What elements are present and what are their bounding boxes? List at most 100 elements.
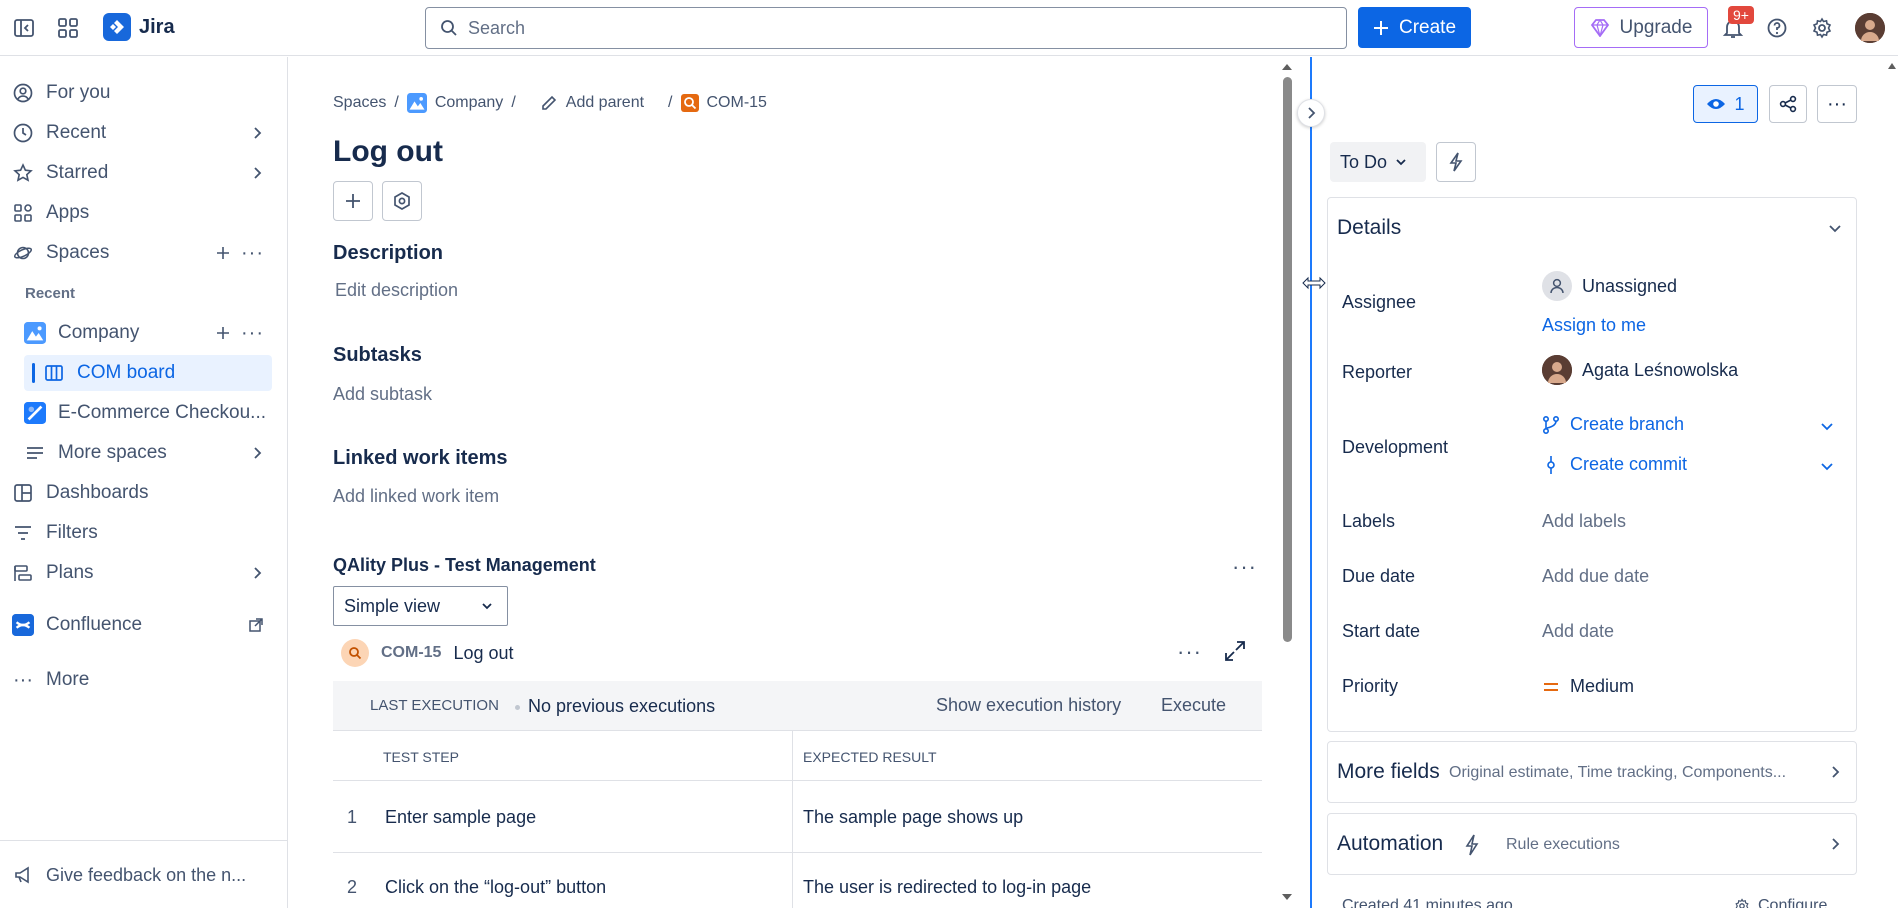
create-commit-link[interactable]: Create commit [1542, 454, 1687, 475]
plus-icon [1373, 20, 1388, 35]
add-button[interactable] [333, 181, 373, 221]
external-link-icon[interactable] [248, 617, 264, 633]
sidebar-toggle-icon[interactable] [8, 12, 40, 44]
description-placeholder[interactable]: Edit description [335, 280, 458, 301]
chevron-down-icon[interactable] [1820, 422, 1834, 432]
expected-text: The sample page shows up [803, 807, 1024, 827]
sidebar-item-starred[interactable]: Starred [0, 155, 288, 191]
sidebar-item-com-board[interactable]: COM board [24, 355, 272, 391]
breadcrumb-separator: / [394, 94, 399, 111]
company-more-icon[interactable]: ··· [241, 322, 264, 345]
spaces-more-icon[interactable]: ··· [241, 242, 264, 265]
chevron-right-icon[interactable] [252, 446, 264, 460]
configure-button[interactable]: Configure [1734, 897, 1827, 908]
breadcrumb-separator: / [511, 94, 516, 111]
chevron-down-icon[interactable] [1820, 462, 1834, 472]
sidebar-label-ecommerce: E-Commerce Checkou... [58, 402, 267, 423]
create-button[interactable]: Create [1358, 7, 1471, 48]
app-switcher-icon[interactable] [52, 12, 84, 44]
automation-section[interactable]: Automation Rule executions [1327, 813, 1857, 875]
apps-grid-icon [12, 202, 34, 224]
breadcrumb-company[interactable]: Company [435, 94, 503, 112]
view-select[interactable]: Simple view [333, 586, 508, 626]
chevron-down-icon[interactable] [1828, 224, 1842, 234]
expand-icon[interactable] [1223, 639, 1247, 663]
settings-gear-icon[interactable] [1806, 12, 1838, 44]
details-heading[interactable]: Details [1337, 216, 1401, 240]
qality-issue-key[interactable]: COM-15 [381, 644, 441, 662]
sidebar-item-plans[interactable]: Plans [0, 555, 288, 591]
panel-scroll-up-arrow-icon[interactable] [1887, 62, 1897, 70]
chevron-right-icon[interactable] [252, 166, 264, 180]
sidebar-item-apps[interactable]: Apps [0, 195, 288, 231]
add-space-plus-icon[interactable] [216, 246, 230, 260]
breadcrumb-spaces[interactable]: Spaces [333, 94, 386, 112]
sidebar-label-com-board: COM board [77, 362, 176, 383]
add-subtask-link[interactable]: Add subtask [333, 384, 432, 405]
jira-logo[interactable]: Jira [103, 13, 175, 41]
details-section: Details Assignee Unassigned Assign to me… [1327, 197, 1857, 732]
chevron-right-icon[interactable] [252, 126, 264, 140]
execute-button[interactable]: Execute [1161, 695, 1226, 716]
show-history-button[interactable]: Show execution history [936, 695, 1121, 716]
table-row[interactable]: 2 Click on the “log-out” button The user… [333, 853, 1262, 908]
megaphone-icon [12, 864, 34, 886]
add-plus-icon[interactable] [216, 326, 230, 340]
apps-hexagon-button[interactable] [382, 181, 422, 221]
status-dropdown[interactable]: To Do [1330, 142, 1426, 182]
feedback-link[interactable]: Give feedback on the n... [0, 857, 288, 893]
sidebar-label-more-spaces: More spaces [58, 442, 167, 463]
more-actions-icon[interactable]: ··· [1817, 85, 1857, 123]
qality-row-more-icon[interactable]: ··· [1177, 639, 1202, 665]
sidebar-label-apps: Apps [46, 202, 90, 223]
qality-more-icon[interactable]: ··· [1232, 554, 1257, 580]
sidebar-item-for-you[interactable]: For you [0, 75, 288, 111]
sidebar-item-filters[interactable]: Filters [0, 515, 288, 551]
priority-label: Priority [1342, 676, 1399, 696]
watch-button[interactable]: 1 [1693, 85, 1758, 123]
sidebar-item-more[interactable]: ··· More [0, 662, 288, 698]
sidebar-label-plans: Plans [46, 562, 94, 583]
due-date-field[interactable]: Add due date [1542, 566, 1649, 587]
help-icon[interactable] [1761, 12, 1793, 44]
start-date-field[interactable]: Add date [1542, 621, 1614, 642]
scroll-down-arrow-icon[interactable] [1281, 893, 1293, 901]
sidebar-item-ecommerce[interactable]: E-Commerce Checkou... [0, 395, 288, 431]
chevron-right-icon[interactable] [252, 566, 264, 580]
sidebar-item-company[interactable]: Company ··· [0, 315, 288, 351]
issue-title[interactable]: Log out [333, 135, 443, 169]
share-button[interactable] [1769, 85, 1807, 123]
breadcrumb: Spaces / Company / Add parent / COM-15 [333, 93, 767, 113]
reporter-field[interactable]: Agata Leśnowolska [1542, 355, 1738, 385]
top-bar: Jira Search Create Upgrade 9+ [0, 0, 1898, 56]
scroll-up-arrow-icon[interactable] [1281, 63, 1293, 71]
assignee-field[interactable]: Unassigned [1542, 271, 1677, 301]
assign-to-me-link[interactable]: Assign to me [1542, 315, 1646, 336]
upgrade-button[interactable]: Upgrade [1574, 7, 1708, 48]
sidebar-item-confluence[interactable]: Confluence [0, 607, 288, 643]
configure-label: Configure [1758, 897, 1828, 908]
column-divider [792, 731, 793, 780]
labels-field[interactable]: Add labels [1542, 511, 1626, 532]
automation-action-button[interactable] [1436, 142, 1476, 182]
sidebar-item-spaces[interactable]: Spaces ··· [0, 235, 288, 271]
start-date-label: Start date [1342, 621, 1421, 641]
create-branch-link[interactable]: Create branch [1542, 414, 1684, 435]
add-linked-item-link[interactable]: Add linked work item [333, 486, 499, 507]
search-input[interactable]: Search [425, 7, 1347, 49]
automation-subtitle: Rule executions [1506, 836, 1620, 853]
priority-field[interactable]: Medium [1542, 676, 1634, 697]
board-icon [43, 362, 65, 384]
breadcrumb-issue-key[interactable]: COM-15 [707, 94, 767, 112]
scrollbar-thumb[interactable] [1283, 77, 1292, 642]
more-fields-section[interactable]: More fields Original estimate, Time trac… [1327, 741, 1857, 803]
table-row[interactable]: 1 Enter sample page The sample page show… [333, 781, 1262, 853]
dashboard-icon [12, 482, 34, 504]
user-avatar[interactable] [1855, 13, 1885, 43]
sidebar-item-more-spaces[interactable]: More spaces [0, 435, 288, 471]
step-text: Enter sample page [385, 807, 537, 827]
plus-icon [346, 194, 360, 208]
sidebar-item-dashboards[interactable]: Dashboards [0, 475, 288, 511]
breadcrumb-add-parent[interactable]: Add parent [566, 94, 644, 112]
sidebar-item-recent[interactable]: Recent [0, 115, 288, 151]
